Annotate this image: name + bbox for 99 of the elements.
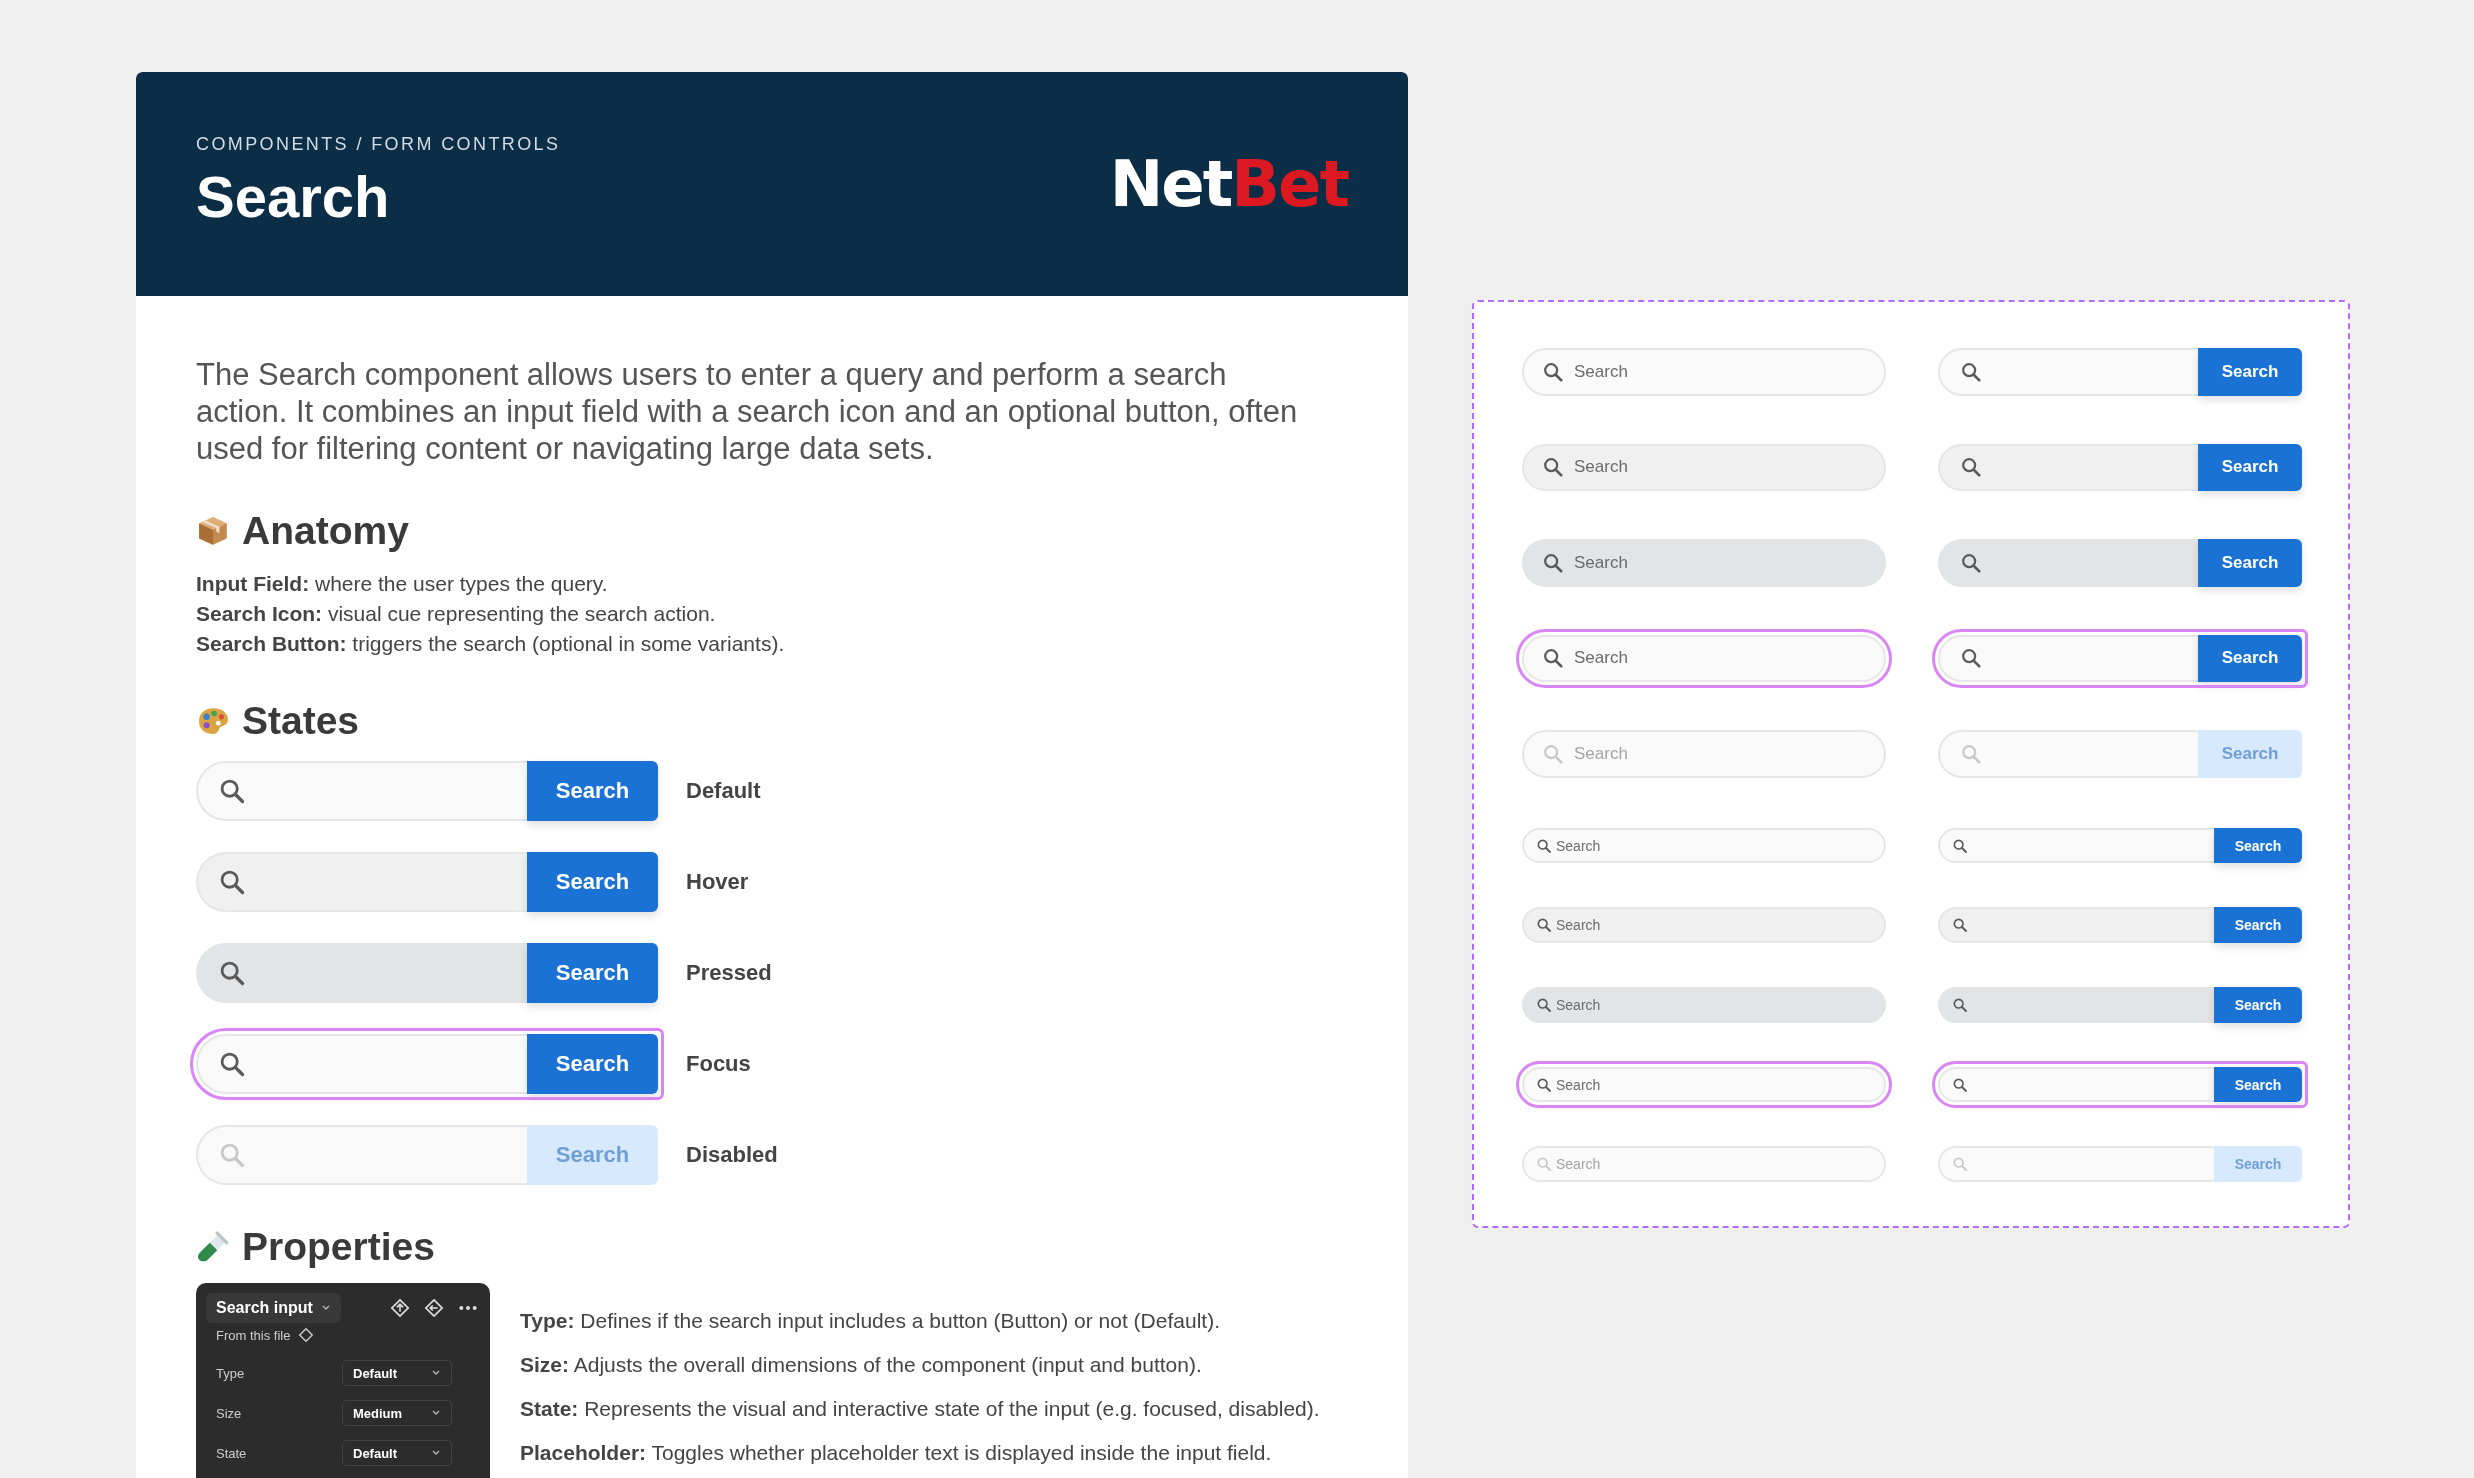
search-button[interactable]: Search xyxy=(2214,827,2302,864)
search-field[interactable] xyxy=(196,852,527,912)
search-icon xyxy=(1536,1076,1552,1093)
search-icon xyxy=(1952,996,1968,1013)
search-icon xyxy=(1960,456,1982,479)
chevron-icon xyxy=(431,1450,441,1456)
page-title: Search xyxy=(196,165,391,229)
search-button[interactable]: Search xyxy=(527,761,658,821)
search-icon xyxy=(1952,917,1968,934)
search-icon xyxy=(1536,837,1552,854)
search-icon xyxy=(1960,647,1982,670)
search-button[interactable]: Search xyxy=(527,852,658,912)
search-field[interactable] xyxy=(1938,827,2214,864)
search-button[interactable]: Search xyxy=(2214,907,2302,944)
section-heading: States xyxy=(242,699,360,743)
section-heading: Properties xyxy=(242,1225,435,1269)
search-field[interactable] xyxy=(196,943,527,1003)
property-label: Type xyxy=(216,1365,245,1381)
property-dropdown[interactable]: Default xyxy=(342,1440,452,1466)
property-dropdown[interactable]: Default xyxy=(342,1360,452,1386)
search-icon xyxy=(218,1050,246,1078)
search-button[interactable]: Search xyxy=(2198,539,2302,587)
property-description: State: Represents the visual and interactive state of the input (e.g. focused, disabled). xyxy=(520,1396,1320,1422)
search-field[interactable] xyxy=(1938,1146,2214,1182)
search-field[interactable] xyxy=(196,1125,527,1185)
search-button[interactable]: Search xyxy=(2198,443,2302,492)
state-label: Disabled xyxy=(686,1142,778,1168)
search-field[interactable] xyxy=(1938,907,2214,944)
search-icon xyxy=(1952,837,1968,854)
property-description: Placeholder: Toggles whether placeholder text is displayed inside the input field. xyxy=(520,1440,1273,1466)
property-description: Size: Adjusts the overall dimensions of the component (input and button). xyxy=(520,1352,1203,1378)
search-icon xyxy=(1960,551,1982,574)
test-tube-icon xyxy=(196,1230,230,1264)
breadcrumb: COMPONENTS / FORM CONTROLS xyxy=(196,134,561,155)
package-icon xyxy=(196,514,230,548)
search-field[interactable]: Search xyxy=(1522,443,1886,492)
state-label: Focus xyxy=(686,1051,751,1077)
search-icon xyxy=(218,868,246,896)
property-dropdown[interactable]: Medium xyxy=(342,1400,452,1426)
search-icon xyxy=(1542,742,1564,765)
search-field[interactable] xyxy=(196,761,527,821)
search-field[interactable] xyxy=(1938,730,2198,778)
search-field[interactable]: Search xyxy=(1522,348,1886,396)
search-icon xyxy=(1952,1156,1968,1173)
search-field[interactable] xyxy=(1938,443,2198,492)
search-icon xyxy=(1542,360,1564,383)
state-label: Pressed xyxy=(686,960,772,986)
anatomy-item: Input Field: where the user types the query. xyxy=(196,571,609,597)
search-icon xyxy=(218,1141,246,1169)
search-button[interactable]: Search xyxy=(2214,1066,2302,1103)
search-field[interactable] xyxy=(1938,634,2198,683)
search-icon xyxy=(1542,647,1564,670)
search-button[interactable]: Search xyxy=(2198,348,2302,396)
more-icon[interactable] xyxy=(458,1304,478,1312)
property-label: Size xyxy=(216,1405,242,1421)
chevron-icon xyxy=(431,1410,441,1416)
search-icon xyxy=(1542,456,1564,479)
search-field[interactable] xyxy=(1938,987,2214,1023)
anatomy-item: Search Icon: visual cue representing the search action. xyxy=(196,601,717,627)
diamond-icon xyxy=(298,1327,315,1343)
search-field[interactable]: Search xyxy=(1522,1146,1886,1182)
search-field[interactable] xyxy=(1938,1066,2214,1103)
logo: NetBet xyxy=(1109,152,1348,216)
search-field[interactable]: Search xyxy=(1522,987,1886,1023)
search-icon xyxy=(1536,1156,1552,1173)
search-icon xyxy=(1542,551,1564,574)
search-icon xyxy=(1536,917,1552,934)
search-button[interactable]: Search xyxy=(527,1034,658,1094)
search-icon xyxy=(1536,996,1552,1013)
search-field[interactable]: Search xyxy=(1522,1066,1886,1103)
search-field[interactable]: Search xyxy=(1522,730,1886,778)
search-button[interactable]: Search xyxy=(2198,634,2302,683)
search-icon xyxy=(1960,742,1982,765)
search-field[interactable]: Search xyxy=(1522,907,1886,944)
search-field[interactable]: Search xyxy=(1522,634,1886,683)
search-icon xyxy=(218,959,246,987)
source-label: From this file xyxy=(216,1327,291,1343)
property-description: Type: Defines if the search input includes a button (Button) or not (Default). xyxy=(520,1308,1221,1334)
chevron-icon xyxy=(431,1370,441,1376)
component-icon[interactable] xyxy=(390,1298,410,1318)
swap-icon[interactable] xyxy=(424,1298,444,1318)
search-field[interactable]: Search xyxy=(1522,827,1886,864)
search-icon xyxy=(218,777,246,805)
search-field[interactable] xyxy=(1938,348,2198,396)
section-heading: Anatomy xyxy=(242,509,409,553)
search-icon xyxy=(1952,1076,1968,1093)
component-dropdown[interactable]: Search input xyxy=(206,1293,341,1323)
search-field[interactable] xyxy=(1938,539,2198,587)
search-icon xyxy=(1960,360,1982,383)
search-button[interactable]: Search xyxy=(2214,987,2302,1023)
property-label: State xyxy=(216,1445,247,1461)
intro-paragraph: The Search component allows users to enter a query and perform a search action. It combines an input field with a search icon and an optional button, often used for filtering content or navigating large data sets. xyxy=(196,356,1299,467)
search-field[interactable] xyxy=(196,1034,527,1094)
state-label: Hover xyxy=(686,869,749,895)
search-field[interactable]: Search xyxy=(1522,539,1886,587)
state-label: Default xyxy=(686,778,761,804)
search-button[interactable]: Search xyxy=(527,943,658,1003)
anatomy-item: Search Button: triggers the search (optional in some variants). xyxy=(196,631,786,657)
chevron-icon xyxy=(320,1305,331,1311)
